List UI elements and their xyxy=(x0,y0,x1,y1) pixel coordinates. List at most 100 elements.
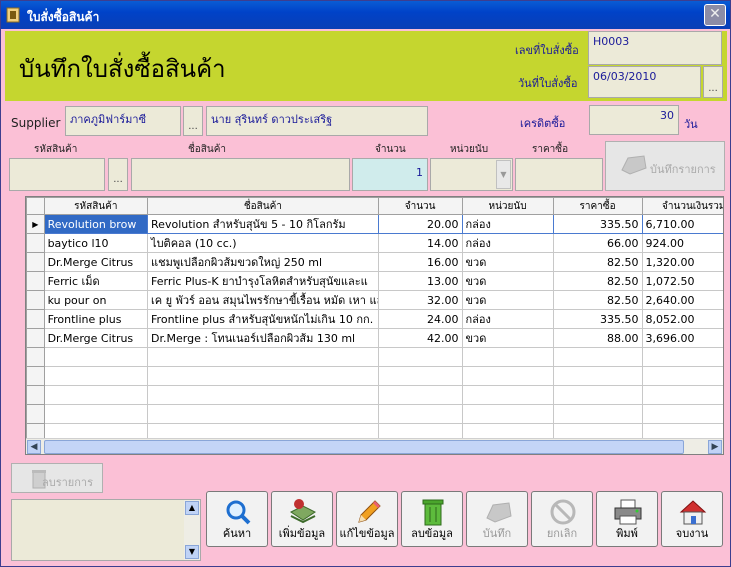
table-cell[interactable] xyxy=(552,404,643,424)
table-row[interactable]: Frontline plus Frontline plus สำหรับสุนัข… xyxy=(26,309,723,329)
table-cell[interactable]: Frontline plus xyxy=(43,309,149,329)
scroll-down-arrow-icon[interactable]: ▼ xyxy=(185,545,199,559)
table-cell[interactable] xyxy=(377,404,463,424)
table-cell[interactable]: Dr.Merge Citrus xyxy=(43,252,149,272)
table-cell[interactable]: กล่อง xyxy=(461,214,554,234)
row-indicator[interactable] xyxy=(26,404,45,424)
table-cell[interactable] xyxy=(377,366,463,386)
table-cell[interactable] xyxy=(147,366,379,386)
table-cell[interactable] xyxy=(377,385,463,405)
table-cell[interactable]: Frontline plus สำหรับสุนัขหนักไม่เกิน 10… xyxy=(147,309,379,329)
row-indicator[interactable] xyxy=(26,347,45,367)
table-cell[interactable]: ขวด xyxy=(461,328,554,348)
table-row[interactable]: ku pour on เค ยู พัวร์ ออน สมุนไพรรักษาขี… xyxy=(26,290,723,310)
table-cell[interactable]: 2,640.00 xyxy=(641,290,723,310)
table-cell[interactable]: 1,072.50 xyxy=(641,271,723,291)
table-cell[interactable] xyxy=(147,347,379,367)
supplier-name-field[interactable]: ภาคภูมิฟาร์มาซี xyxy=(65,106,181,136)
row-indicator[interactable] xyxy=(26,233,45,253)
table-cell[interactable] xyxy=(641,404,723,424)
table-cell[interactable] xyxy=(552,366,643,386)
table-cell[interactable]: baytico l10 xyxy=(43,233,149,253)
table-cell[interactable]: ku pour on xyxy=(43,290,149,310)
table-cell[interactable]: Dr.Merge : โทนเนอร์เปลือกผิวส้ม 130 ml xyxy=(147,328,379,348)
supplier-contact-field[interactable]: นาย สุรินทร์ ดาวประเสริฐ xyxy=(206,106,428,136)
column-header[interactable]: รหัสสินค้า xyxy=(43,197,149,215)
scroll-right-arrow-icon[interactable]: ▶ xyxy=(708,440,722,454)
table-cell[interactable]: 82.50 xyxy=(552,290,643,310)
table-cell[interactable] xyxy=(43,347,149,367)
table-cell[interactable]: กล่อง xyxy=(461,233,554,253)
table-cell[interactable]: 82.50 xyxy=(552,252,643,272)
horizontal-scrollbar[interactable]: ◀ ▶ xyxy=(26,438,723,454)
search-button[interactable]: ค้นหา xyxy=(206,491,268,547)
row-indicator[interactable]: ▶ xyxy=(26,214,45,234)
table-cell[interactable]: 24.00 xyxy=(377,309,463,329)
table-cell[interactable]: Ferric เม็ด xyxy=(43,271,149,291)
close-button[interactable]: ✕ xyxy=(704,4,726,26)
table-cell[interactable]: ไบติคอล (10 cc.) xyxy=(147,233,379,253)
table-cell[interactable] xyxy=(461,347,554,367)
table-row[interactable]: Ferric เม็ด Ferric Plus-K ยาบำรุงโลหิตสำห… xyxy=(26,271,723,291)
table-cell[interactable]: 6,710.00 xyxy=(641,214,723,234)
table-cell[interactable] xyxy=(552,385,643,405)
table-cell[interactable]: 66.00 xyxy=(552,233,643,253)
scrollbar-thumb[interactable] xyxy=(44,440,684,454)
vertical-scrollbar[interactable]: ▲ ▼ xyxy=(184,500,200,560)
row-indicator[interactable] xyxy=(26,385,45,405)
table-cell[interactable]: 335.50 xyxy=(552,309,643,329)
table-cell[interactable]: แชมพูเปลือกผิวส้มขวดใหญ่ 250 ml xyxy=(147,252,379,272)
table-cell[interactable] xyxy=(377,347,463,367)
supplier-lookup-button[interactable]: ... xyxy=(183,106,203,136)
notes-textarea[interactable]: ▲ ▼ xyxy=(11,499,201,561)
table-cell[interactable]: 1,320.00 xyxy=(641,252,723,272)
table-cell[interactable] xyxy=(641,366,723,386)
table-cell[interactable]: 42.00 xyxy=(377,328,463,348)
exit-button[interactable]: จบงาน xyxy=(661,491,723,547)
table-row[interactable]: baytico l10 ไบติคอล (10 cc.) 14.00 กล่อง 66.… xyxy=(26,233,723,253)
unit-entry-select[interactable]: ▼ xyxy=(430,158,513,191)
delete-button[interactable]: ลบข้อมูล xyxy=(401,491,463,547)
edit-button[interactable]: แก้ไขข้อมูล xyxy=(336,491,398,547)
table-cell[interactable] xyxy=(147,404,379,424)
table-row[interactable] xyxy=(26,385,723,405)
table-cell[interactable] xyxy=(43,366,149,386)
row-indicator[interactable] xyxy=(26,309,45,329)
table-cell[interactable]: กล่อง xyxy=(461,309,554,329)
table-cell[interactable]: 20.00 xyxy=(377,214,463,234)
table-cell[interactable] xyxy=(147,385,379,405)
table-cell[interactable] xyxy=(43,404,149,424)
table-cell[interactable]: Ferric Plus-K ยาบำรุงโลหิตสำหรับสุนัขและ… xyxy=(147,271,379,291)
table-cell[interactable]: 13.00 xyxy=(377,271,463,291)
table-row[interactable]: ▶ Revolution brow Revolution สำหรับสุนัข 5… xyxy=(26,214,723,234)
column-header[interactable]: ราคาซื้อ xyxy=(552,197,643,215)
table-cell[interactable]: ขวด xyxy=(461,290,554,310)
scroll-left-arrow-icon[interactable]: ◀ xyxy=(27,440,41,454)
table-cell[interactable]: 88.00 xyxy=(552,328,643,348)
table-cell[interactable]: เค ยู พัวร์ ออน สมุนไพรรักษาขี้เรื้อน หม… xyxy=(147,290,379,310)
table-cell[interactable]: 3,696.00 xyxy=(641,328,723,348)
table-row[interactable] xyxy=(26,366,723,386)
chevron-down-icon[interactable]: ▼ xyxy=(496,160,511,189)
date-picker-button[interactable]: ... xyxy=(703,66,723,98)
table-cell[interactable] xyxy=(43,385,149,405)
print-button[interactable]: พิมพ์ xyxy=(596,491,658,547)
table-cell[interactable]: ขวด xyxy=(461,271,554,291)
name-entry-field[interactable] xyxy=(131,158,350,191)
row-indicator[interactable] xyxy=(26,271,45,291)
order-no-field[interactable]: H0003 xyxy=(588,31,722,65)
table-cell[interactable] xyxy=(461,366,554,386)
code-lookup-button[interactable]: ... xyxy=(108,158,128,191)
row-indicator[interactable] xyxy=(26,252,45,272)
column-header[interactable]: จำนวน xyxy=(377,197,463,215)
table-cell[interactable] xyxy=(641,347,723,367)
column-header[interactable]: หน่วยนับ xyxy=(461,197,554,215)
table-cell[interactable]: ขวด xyxy=(461,252,554,272)
code-entry-field[interactable] xyxy=(9,158,105,191)
table-cell[interactable]: Dr.Merge Citrus xyxy=(43,328,149,348)
qty-entry-field[interactable]: 1 xyxy=(352,158,428,191)
add-button[interactable]: เพิ่มข้อมูล xyxy=(271,491,333,547)
table-cell[interactable]: 16.00 xyxy=(377,252,463,272)
table-cell[interactable] xyxy=(552,347,643,367)
save-item-button[interactable]: บันทึกรายการ xyxy=(605,141,725,191)
